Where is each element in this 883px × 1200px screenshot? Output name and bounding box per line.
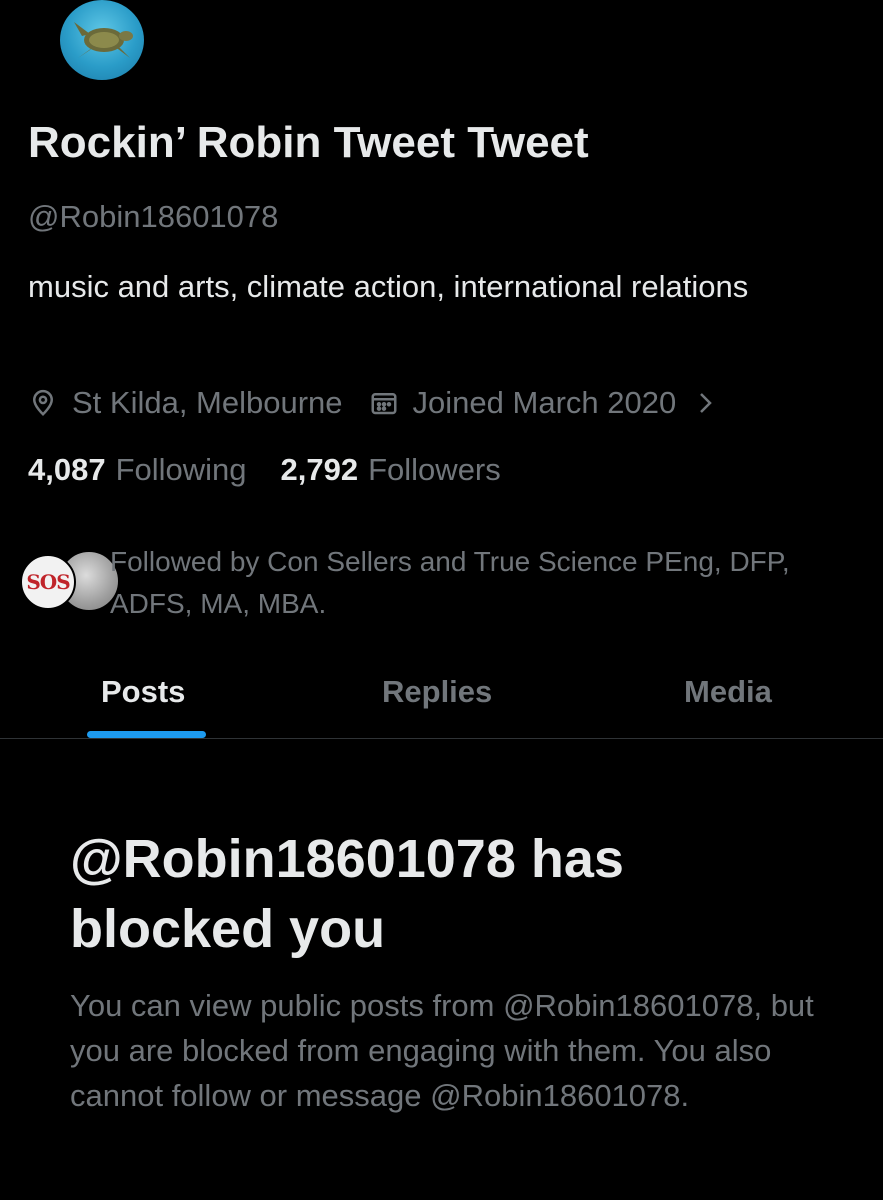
followers-link[interactable]: 2,792 Followers: [281, 452, 501, 488]
profile-tabs: Posts Replies Media: [0, 660, 883, 739]
tab-posts[interactable]: Posts: [101, 674, 185, 710]
profile-location: St Kilda, Melbourne: [72, 385, 343, 420]
followed-by-avatars[interactable]: SOS: [20, 550, 120, 612]
profile-meta: St Kilda, Melbourne Joined March 2020: [28, 381, 716, 425]
profile-stats: 4,087 Following 2,792 Followers: [28, 452, 501, 488]
blocked-message: You can view public posts from @Robin186…: [70, 988, 814, 1113]
profile-joined: Joined March 2020: [412, 385, 677, 420]
profile-handle: @Robin18601078: [28, 199, 279, 234]
follower-avatar-1: SOS: [20, 554, 76, 610]
following-count: 4,087: [28, 452, 106, 487]
following-link[interactable]: 4,087 Following: [28, 452, 247, 488]
profile-bio: music and arts, climate action, internat…: [28, 269, 749, 304]
profile-display-name: Rockin’ Robin Tweet Tweet: [28, 118, 589, 167]
tab-replies[interactable]: Replies: [382, 674, 492, 710]
followed-by-text[interactable]: Followed by Con Sellers and True Science…: [110, 541, 850, 625]
following-label: Following: [115, 452, 247, 487]
followers-count: 2,792: [280, 452, 359, 487]
tab-media[interactable]: Media: [684, 674, 772, 710]
followers-label: Followers: [368, 452, 501, 487]
active-tab-indicator: [87, 731, 206, 738]
blocked-title: @Robin18601078 has blocked you: [70, 829, 624, 959]
follower-avatar-logo-text: SOS: [26, 570, 70, 594]
sea-turtle-image: [74, 22, 133, 58]
location-pin-icon: [28, 388, 58, 418]
chevron-right-icon[interactable]: [696, 389, 716, 417]
calendar-icon: [369, 388, 399, 418]
profile-avatar[interactable]: [60, 0, 144, 80]
